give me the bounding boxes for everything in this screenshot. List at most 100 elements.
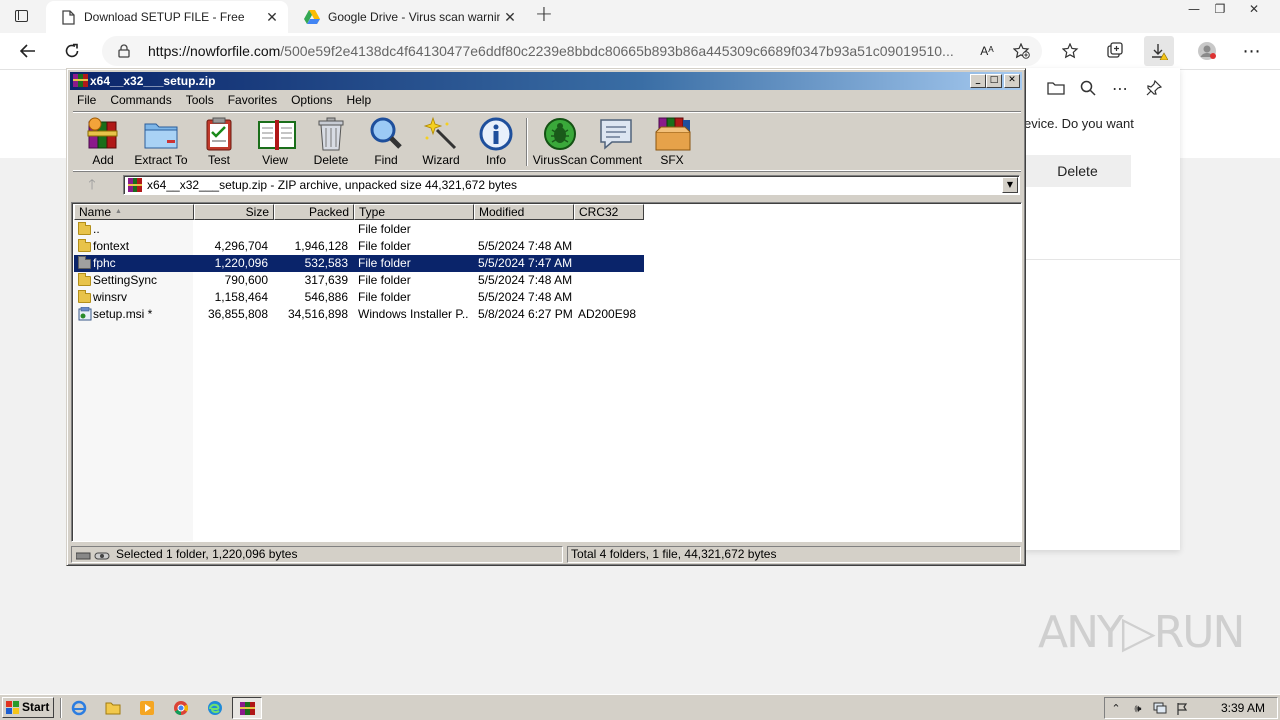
close-button[interactable]: ✕ xyxy=(1004,74,1020,88)
comment-icon xyxy=(598,116,634,152)
action-center-flag-icon[interactable] xyxy=(1175,702,1189,716)
sfx-button[interactable]: SFX xyxy=(642,116,702,170)
winrar-title-bar[interactable]: x64__x32___setup.zip _ □ ✕ xyxy=(70,72,1022,90)
close-tab-icon[interactable]: ✕ xyxy=(262,9,282,26)
file-row-setup-msi[interactable]: setup.msi * 36,855,808 34,516,898 Window… xyxy=(74,306,644,323)
selection-status: Selected 1 folder, 1,220,096 bytes xyxy=(116,547,298,561)
minimize-window-button[interactable]: — xyxy=(1180,0,1208,18)
tab-title: Google Drive - Virus scan warning xyxy=(328,10,500,24)
column-header-packed[interactable]: Packed xyxy=(274,204,354,220)
file-explorer-icon[interactable] xyxy=(104,699,122,717)
menu-options[interactable]: Options xyxy=(284,93,339,107)
up-one-level-button[interactable]: 🡑 xyxy=(75,175,109,195)
wizard-button[interactable]: Wizard xyxy=(411,116,471,170)
tab-title: Download SETUP FILE - Free xyxy=(84,10,245,24)
google-drive-icon xyxy=(304,9,320,25)
clock[interactable]: 3:39 AM xyxy=(1221,701,1265,715)
file-row-settingsync[interactable]: SettingSync 790,600 317,639 File folder … xyxy=(74,272,644,289)
lock-icon[interactable] xyxy=(118,44,130,61)
network-icon[interactable] xyxy=(1153,702,1167,716)
minimize-button[interactable]: _ xyxy=(970,74,986,88)
restore-window-button[interactable]: ❐ xyxy=(1206,0,1234,18)
back-icon[interactable] xyxy=(13,36,43,66)
start-button[interactable]: Start xyxy=(2,697,54,718)
menu-file[interactable]: File xyxy=(70,93,103,107)
add-favorite-icon[interactable] xyxy=(1006,36,1036,66)
extract-to-button[interactable]: Extract To xyxy=(131,116,191,170)
new-tab-button[interactable]: + xyxy=(532,3,556,27)
collections-icon[interactable] xyxy=(1100,36,1130,66)
column-header-name[interactable]: Name ▲ xyxy=(74,204,194,220)
file-type: File folder xyxy=(358,290,411,304)
file-packed: 532,583 xyxy=(304,256,348,270)
winrar-app-icon[interactable] xyxy=(73,73,88,88)
internet-explorer-icon[interactable] xyxy=(70,699,88,717)
file-row-fphc[interactable]: fphc 1,220,096 532,583 File folder 5/5/2… xyxy=(74,255,644,272)
edge-icon[interactable] xyxy=(206,699,224,717)
column-header-type[interactable]: Type xyxy=(354,204,474,220)
downloads-icon[interactable] xyxy=(1144,36,1174,66)
show-hidden-icons-icon[interactable]: ⌃ xyxy=(1109,702,1123,716)
magic-wand-icon xyxy=(423,116,459,152)
file-row-winsrv[interactable]: winsrv 1,158,464 546,886 File folder 5/5… xyxy=(74,289,644,306)
anyrun-watermark: ANY▷RUN xyxy=(1038,607,1245,658)
comment-button[interactable]: Comment xyxy=(586,116,646,170)
media-player-icon[interactable] xyxy=(138,699,156,717)
sort-ascending-icon: ▲ xyxy=(115,208,122,215)
tool-label: Test xyxy=(207,153,230,167)
info-button[interactable]: Info xyxy=(466,116,526,170)
url-text[interactable]: https://nowforfile.com/500e59f2e4138dc4f… xyxy=(148,43,968,59)
find-button[interactable]: Find xyxy=(356,116,416,170)
url-path: /500e59f2e4138dc4f64130477e6ddf80c2239e8… xyxy=(280,43,954,59)
file-row-fontext[interactable]: fontext 4,296,704 1,946,128 File folder … xyxy=(74,238,644,255)
path-combo[interactable]: x64__x32___setup.zip - ZIP archive, unpa… xyxy=(123,175,1020,195)
delete-download-button[interactable]: Delete xyxy=(1024,155,1131,187)
column-header-modified[interactable]: Modified xyxy=(474,204,574,220)
favorites-icon[interactable] xyxy=(1056,36,1086,66)
folder-icon xyxy=(78,273,92,287)
virusscan-button[interactable]: VirusScan xyxy=(530,116,590,170)
close-tab-icon[interactable]: ✕ xyxy=(500,9,520,26)
tool-label: Comment xyxy=(589,153,642,167)
close-window-button[interactable]: ✕ xyxy=(1240,0,1268,18)
more-options-icon[interactable]: ⋯ xyxy=(1108,78,1132,98)
url-domain: https://nowforfile.com xyxy=(148,43,281,59)
menu-favorites[interactable]: Favorites xyxy=(221,93,284,107)
open-folder-icon[interactable] xyxy=(1044,78,1068,98)
taskbar-winrar-button[interactable] xyxy=(232,697,262,719)
pin-icon[interactable] xyxy=(1142,78,1166,98)
add-button[interactable]: Add xyxy=(73,116,133,170)
winrar-icon xyxy=(240,701,255,719)
tool-label: Delete xyxy=(313,153,349,167)
archive-path-text: x64__x32___setup.zip - ZIP archive, unpa… xyxy=(147,178,518,192)
tool-label: Add xyxy=(92,153,114,167)
chevron-down-icon[interactable]: ▼ xyxy=(1002,177,1018,193)
delete-button[interactable]: Delete xyxy=(301,116,361,170)
drive-icon[interactable] xyxy=(75,550,110,565)
sfx-box-icon xyxy=(654,116,691,152)
chrome-icon[interactable] xyxy=(172,699,190,717)
total-status: Total 4 folders, 1 file, 44,321,672 byte… xyxy=(567,546,1021,563)
column-header-crc32[interactable]: CRC32 xyxy=(574,204,644,220)
start-label: Start xyxy=(22,700,50,714)
column-header-size[interactable]: Size xyxy=(194,204,274,220)
read-aloud-icon[interactable]: Aᴬ xyxy=(972,36,1002,66)
tab-google-drive[interactable]: Google Drive - Virus scan warning ✕ xyxy=(290,1,526,33)
menu-help[interactable]: Help xyxy=(339,93,378,107)
menu-tools[interactable]: Tools xyxy=(179,93,221,107)
tab-actions-icon[interactable] xyxy=(12,7,30,25)
search-icon[interactable] xyxy=(1076,78,1100,98)
file-row-parent[interactable]: .. File folder xyxy=(74,221,644,238)
page-icon xyxy=(60,9,76,25)
profile-avatar[interactable] xyxy=(1192,36,1222,66)
view-button[interactable]: View xyxy=(245,116,305,170)
tab-download-setup[interactable]: Download SETUP FILE - Free ✕ xyxy=(46,1,288,33)
taskbar: Start ⌃ 🕪 3:39 AM xyxy=(0,694,1280,720)
refresh-icon[interactable] xyxy=(57,36,87,66)
volume-icon[interactable]: 🕪 xyxy=(1131,702,1145,716)
test-button[interactable]: Test xyxy=(189,116,249,170)
maximize-button[interactable]: □ xyxy=(986,74,1002,88)
address-bar[interactable]: https://nowforfile.com/500e59f2e4138dc4f… xyxy=(102,36,1042,66)
menu-commands[interactable]: Commands xyxy=(103,93,178,107)
settings-more-icon[interactable]: ⋯ xyxy=(1237,36,1267,66)
